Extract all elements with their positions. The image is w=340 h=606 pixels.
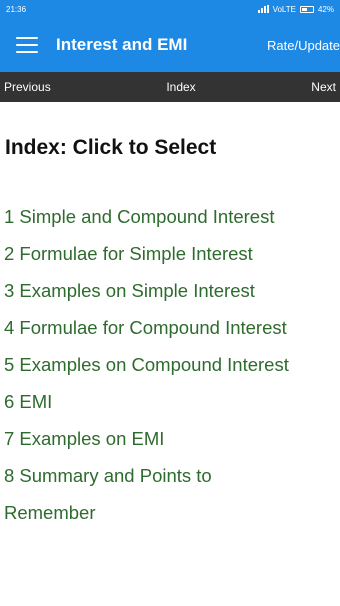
page-title: Index: Click to Select — [5, 136, 217, 159]
index-item-summary[interactable]: 8 Summary and Points to Remember — [4, 457, 264, 531]
battery-percent: 42% — [317, 4, 334, 14]
index-item-examples-emi[interactable]: 7 Examples on EMI — [4, 420, 338, 457]
nav-bar: Previous Index Next — [0, 72, 340, 102]
index-item-formulae-simple[interactable]: 2 Formulae for Simple Interest — [4, 235, 338, 272]
status-icons: VoLTE 42% — [257, 4, 334, 14]
status-bar: 21:36 VoLTE 42% — [0, 0, 340, 18]
app-title: Interest and EMI — [56, 35, 188, 54]
next-button[interactable]: Next — [311, 80, 336, 94]
index-item-emi[interactable]: 6 EMI — [4, 383, 338, 420]
battery-icon — [299, 5, 314, 13]
network-label: VoLTE — [272, 4, 296, 14]
status-time: 21:36 — [6, 4, 27, 14]
app-bar: Interest and EMI Rate/Update — [0, 18, 340, 72]
previous-button[interactable]: Previous — [4, 80, 51, 94]
signal-icon — [257, 5, 269, 13]
index-item-simple-compound[interactable]: 1 Simple and Compound Interest — [4, 198, 338, 235]
menu-icon[interactable] — [16, 37, 38, 53]
rate-update-button[interactable]: Rate/Update — [267, 38, 340, 53]
index-list: 1 Simple and Compound Interest 2 Formula… — [4, 198, 338, 531]
index-item-formulae-compound[interactable]: 4 Formulae for Compound Interest — [4, 309, 338, 346]
index-item-examples-simple[interactable]: 3 Examples on Simple Interest — [4, 272, 338, 309]
index-button[interactable]: Index — [166, 80, 195, 94]
index-item-examples-compound[interactable]: 5 Examples on Compound Interest — [4, 346, 338, 383]
